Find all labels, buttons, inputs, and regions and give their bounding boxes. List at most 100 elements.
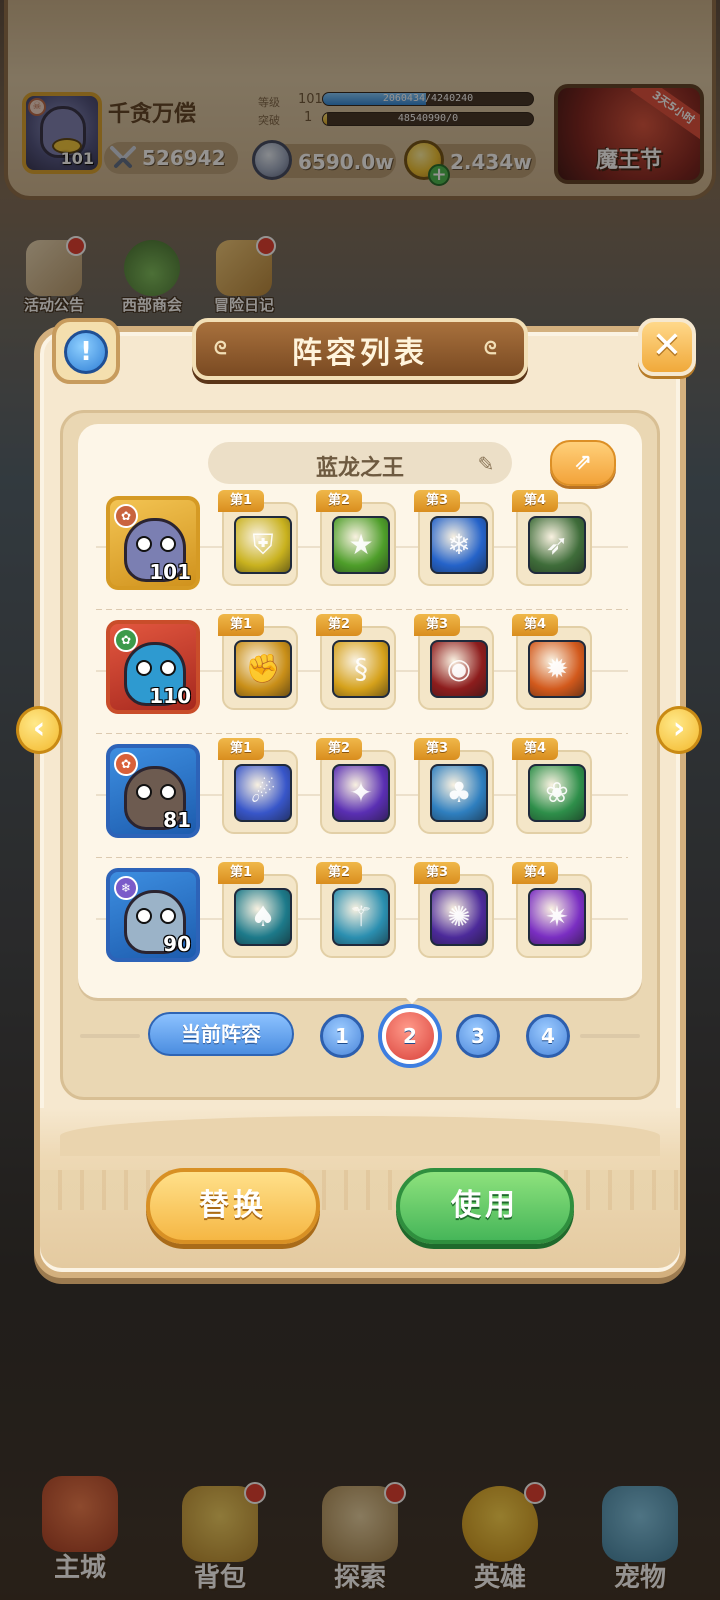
close-button[interactable]: ✕	[638, 318, 696, 376]
lineup-slot-3[interactable]: 3	[456, 1014, 500, 1058]
skill-slot[interactable]: ⛨ 第1	[218, 490, 304, 596]
modal-title: 阵容列表	[292, 336, 428, 371]
red-mask-icon: ♠	[234, 888, 292, 946]
skill-slot[interactable]: ❀ 第4	[512, 738, 598, 844]
use-button[interactable]: 使用	[396, 1168, 574, 1244]
skill-order-tag: 第3	[414, 490, 460, 512]
info-button[interactable]: !	[52, 318, 120, 384]
lineup-slot-4[interactable]: 4	[526, 1014, 570, 1058]
skill-order-tag: 第1	[218, 614, 264, 636]
star-shield-icon: ★	[332, 516, 390, 574]
skill-slot[interactable]: ✷ 第4	[512, 862, 598, 968]
next-lineup-arrow[interactable]: ›	[656, 706, 702, 754]
golden-serpent-icon: §	[332, 640, 390, 698]
hero-portrait[interactable]: ✿ 101	[106, 496, 200, 590]
hero-level: 101	[149, 560, 191, 584]
void-vortex-icon: ✺	[430, 888, 488, 946]
skill-slot[interactable]: ➶ 第4	[512, 490, 598, 596]
skill-order-tag: 第1	[218, 490, 264, 512]
skill-order-tag: 第4	[512, 614, 558, 636]
skill-order-tag: 第2	[316, 738, 362, 760]
hero-portrait[interactable]: ✿ 81	[106, 744, 200, 838]
dragon-eye-icon: ◉	[430, 640, 488, 698]
skill-slot[interactable]: ✊ 第1	[218, 614, 304, 720]
skill-order-tag: 第3	[414, 614, 460, 636]
skill-slot[interactable]: ⚚ 第2	[316, 862, 402, 968]
comet-rain-icon: ☄	[234, 764, 292, 822]
row-divider	[96, 857, 628, 858]
blossom-heal-icon: ❀	[528, 764, 586, 822]
hero-row: ✿ 81 ☄ 第1 ✦ 第2 ♣ 第3 ❀ 第4	[96, 738, 628, 858]
skill-slot[interactable]: ★ 第2	[316, 490, 402, 596]
skill-glyph: ➶	[545, 528, 569, 561]
skill-glyph: ⚚	[348, 900, 374, 933]
hero-eyes	[136, 908, 176, 924]
hero-eyes	[136, 784, 176, 800]
hero-portrait[interactable]: ❄ 90	[106, 868, 200, 962]
skill-glyph: ★	[348, 528, 374, 561]
current-lineup-button[interactable]: 当前阵容	[148, 1012, 294, 1056]
skill-slot[interactable]: § 第2	[316, 614, 402, 720]
replace-button[interactable]: 替换	[146, 1168, 320, 1244]
landscape-hill	[60, 1116, 660, 1156]
skill-order-tag: 第3	[414, 862, 460, 884]
skill-slot[interactable]: ❄ 第3	[414, 490, 500, 596]
switcher-deco-left	[80, 1034, 140, 1038]
hero-level: 81	[163, 808, 191, 832]
skill-order-tag: 第4	[512, 738, 558, 760]
skill-order-tag: 第2	[316, 614, 362, 636]
row-divider	[96, 609, 628, 610]
skill-glyph: ❀	[545, 776, 569, 809]
hero-level: 110	[149, 684, 191, 708]
skill-slot[interactable]: ☄ 第1	[218, 738, 304, 844]
skill-glyph: ✺	[447, 900, 471, 933]
skill-slot[interactable]: ♣ 第3	[414, 738, 500, 844]
skill-glyph: ✷	[545, 900, 569, 933]
arrow-strike-icon: ➶	[528, 516, 586, 574]
share-button[interactable]: ⇗	[550, 440, 616, 486]
exclamation-icon: !	[64, 330, 108, 374]
purple-burst-icon: ✷	[528, 888, 586, 946]
switcher-deco-right	[580, 1034, 640, 1038]
fire-dragon-icon: ✹	[528, 640, 586, 698]
skill-slot[interactable]: ◉ 第3	[414, 614, 500, 720]
pig-charge-icon: ✊	[234, 640, 292, 698]
skill-order-tag: 第4	[512, 862, 558, 884]
skill-order-tag: 第1	[218, 862, 264, 884]
hero-eyes	[136, 536, 176, 552]
hero-row: ❄ 90 ♠ 第1 ⚚ 第2 ✺ 第3 ✷ 第4	[96, 862, 628, 982]
skill-glyph: ❄	[447, 528, 471, 561]
edit-name-icon[interactable]: ✎	[474, 452, 498, 476]
row-divider	[96, 733, 628, 734]
prev-lineup-arrow[interactable]: ‹	[16, 706, 62, 754]
lineup-name: 蓝龙之王	[315, 456, 404, 481]
tree-guardian-icon: ♣	[430, 764, 488, 822]
skill-glyph: §	[354, 652, 368, 685]
ice-slash-icon: ❄	[430, 516, 488, 574]
golden-shield-icon: ⛨	[234, 516, 292, 574]
skill-glyph: ⛨	[252, 528, 274, 561]
skill-slot[interactable]: ✹ 第4	[512, 614, 598, 720]
skill-order-tag: 第4	[512, 490, 558, 512]
hero-eyes	[136, 660, 176, 676]
lineup-slot-2[interactable]: 2	[382, 1008, 438, 1064]
skill-slot[interactable]: ✺ 第3	[414, 862, 500, 968]
swirl-right-icon: ᘓ	[484, 338, 497, 359]
skill-slot[interactable]: ♠ 第1	[218, 862, 304, 968]
skill-slot[interactable]: ✦ 第2	[316, 738, 402, 844]
skill-glyph: ♣	[446, 776, 472, 809]
skill-glyph: ♠	[250, 900, 276, 933]
lineup-slot-1[interactable]: 1	[320, 1014, 364, 1058]
skill-order-tag: 第1	[218, 738, 264, 760]
frost-staff-icon: ⚚	[332, 888, 390, 946]
chevron-left-icon: ‹	[32, 711, 46, 746]
close-icon: ✕	[651, 325, 683, 366]
skill-glyph: ☄	[250, 776, 276, 809]
skill-glyph: ✦	[349, 776, 373, 809]
lineup-name-box[interactable]: 蓝龙之王	[208, 442, 512, 484]
skill-order-tag: 第3	[414, 738, 460, 760]
skill-glyph: ◉	[446, 652, 472, 685]
skill-glyph: ✹	[545, 652, 569, 685]
hero-row: ✿ 110 ✊ 第1 § 第2 ◉ 第3 ✹ 第4	[96, 614, 628, 734]
hero-portrait[interactable]: ✿ 110	[106, 620, 200, 714]
